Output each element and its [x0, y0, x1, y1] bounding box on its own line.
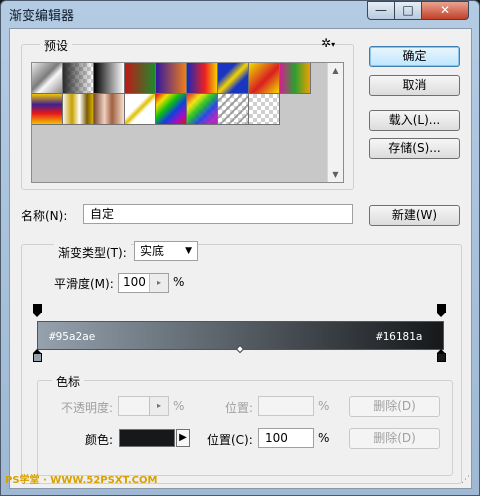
opacity-stop-right[interactable] [437, 304, 446, 317]
presets-scrollbar[interactable]: ▲ ▼ [327, 63, 343, 182]
color-location-label: 位置(C): [207, 433, 253, 447]
ok-button[interactable]: 确定 [369, 46, 460, 67]
resize-grip-icon[interactable]: ⋰ [461, 475, 470, 485]
color-swatch[interactable] [119, 429, 175, 447]
color-stop-right[interactable] [437, 349, 446, 362]
presets-legend: 预设 [40, 37, 73, 54]
color-stop-left[interactable] [33, 349, 42, 362]
opacity-stop-left[interactable] [33, 304, 42, 317]
preset-swatch[interactable] [218, 94, 249, 125]
name-label: 名称(N): [21, 209, 68, 223]
color-location-unit: % [318, 431, 330, 445]
load-button[interactable]: 载入(L)... [369, 110, 460, 131]
preset-swatch[interactable] [187, 94, 218, 125]
watermark-logo: PS学堂 · WWW.52PSXT.COM [5, 475, 158, 486]
right-color-readout: #16181a [376, 330, 423, 343]
opacity-location-unit: % [318, 399, 330, 413]
gradient-type-value: 实底 [140, 244, 165, 258]
opacity-location-label: 位置: [225, 401, 254, 415]
preset-swatch[interactable] [218, 63, 249, 94]
chevron-down-icon: ▼ [185, 246, 192, 256]
smoothness-spinner[interactable]: 100 ▸ [118, 273, 169, 293]
slider-arrow-icon[interactable]: ▸ [149, 397, 168, 415]
gradient-editor-window: 渐变编辑器 — □ ✕ 预设 ✲▾ ▲ ▼ 确定 取消 载入(L)... 存储(… [0, 0, 480, 496]
scroll-up-icon[interactable]: ▲ [328, 63, 343, 78]
preset-swatch[interactable] [32, 63, 63, 94]
save-button[interactable]: 存储(S)... [369, 138, 460, 159]
smoothness-value: 100 [123, 275, 146, 289]
scroll-down-icon[interactable]: ▼ [328, 167, 343, 182]
close-button[interactable]: ✕ [421, 1, 469, 20]
maximize-button[interactable]: □ [394, 1, 422, 20]
left-color-readout: #95a2ae [49, 330, 96, 343]
name-input[interactable]: 自定 [83, 204, 353, 224]
gradient-type-label: 渐变类型(T): [54, 244, 131, 261]
new-button[interactable]: 新建(W) [369, 205, 460, 226]
opacity-location-input[interactable] [258, 396, 314, 416]
delete-opacity-stop-button[interactable]: 删除(D) [349, 396, 440, 417]
preset-swatch[interactable] [156, 94, 187, 125]
color-menu-arrow-icon[interactable]: ▶ [176, 429, 190, 447]
preset-swatch[interactable] [249, 94, 280, 125]
opacity-spinner[interactable]: ▸ [118, 396, 169, 416]
minimize-button[interactable]: — [367, 1, 395, 20]
preset-swatch[interactable] [187, 63, 218, 94]
preset-swatch[interactable] [280, 63, 311, 94]
color-label: 颜色: [85, 433, 114, 447]
stops-legend: 色标 [52, 373, 85, 390]
window-title: 渐变编辑器 [9, 9, 75, 24]
color-location-input[interactable]: 100 [258, 428, 314, 448]
preset-swatch[interactable] [94, 94, 125, 125]
smoothness-unit: % [173, 275, 185, 289]
preset-swatch-grid: ▲ ▼ [31, 62, 344, 183]
delete-color-stop-button[interactable]: 删除(D) [349, 428, 440, 449]
preset-swatch[interactable] [94, 63, 125, 94]
preset-swatch[interactable] [63, 63, 94, 94]
preset-swatch[interactable] [125, 94, 156, 125]
dialog-client-area: 预设 ✲▾ ▲ ▼ 确定 取消 载入(L)... 存储(S)... 名称(N):… [9, 28, 472, 489]
slider-arrow-icon[interactable]: ▸ [149, 274, 168, 292]
preset-swatch[interactable] [63, 94, 94, 125]
smoothness-label: 平滑度(M): [54, 277, 114, 291]
gradient-type-select[interactable]: 实底 ▼ [134, 241, 198, 261]
preset-swatch[interactable] [125, 63, 156, 94]
preset-swatch[interactable] [156, 63, 187, 94]
opacity-label: 不透明度: [61, 401, 114, 415]
cancel-button[interactable]: 取消 [369, 75, 460, 96]
preset-swatch[interactable] [249, 63, 280, 94]
opacity-unit: % [173, 399, 185, 413]
preset-swatch[interactable] [32, 94, 63, 125]
gear-icon[interactable]: ✲▾ [321, 36, 335, 50]
title-bar[interactable]: 渐变编辑器 — □ ✕ [1, 1, 479, 27]
